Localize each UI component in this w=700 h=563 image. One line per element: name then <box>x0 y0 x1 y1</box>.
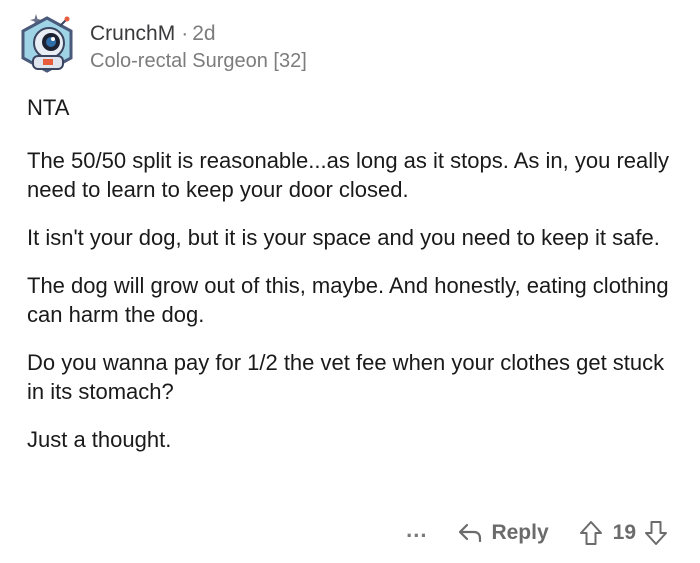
avatar[interactable] <box>16 12 78 76</box>
comment-paragraph: Just a thought. <box>27 427 172 452</box>
comment-paragraph: NTA <box>27 95 70 120</box>
vote-score: 19 <box>612 521 636 544</box>
comment-paragraph: The 50/50 split is reasonable...as long … <box>27 148 670 202</box>
upvote-button[interactable] <box>579 520 603 546</box>
astronaut-avatar-icon <box>21 14 73 73</box>
downvote-button[interactable] <box>644 520 668 546</box>
user-flair: Colo-rectal Surgeon [32] <box>90 50 307 72</box>
vote-controls: 19 <box>579 520 668 546</box>
comment-meta: CrunchM · 2d <box>90 22 216 46</box>
upvote-arrow-icon <box>579 521 602 545</box>
more-options-button[interactable]: ... <box>406 519 427 547</box>
comment-paragraph: It isn't your dog, but it is your space … <box>27 225 660 250</box>
comment-body: NTA The 50/50 split is reasonable...as l… <box>27 93 677 454</box>
comment-paragraph: Do you wanna pay for 1/2 the vet fee whe… <box>27 350 665 404</box>
comment-age: 2d <box>192 22 216 45</box>
author-name[interactable]: CrunchM <box>90 22 175 45</box>
reply-label: Reply <box>491 521 549 544</box>
comment-paragraph: The dog will grow out of this, maybe. An… <box>27 273 669 327</box>
comment: CrunchM · 2d Colo-rectal Surgeon [32] NTA … <box>0 0 700 563</box>
meta-separator: · <box>181 22 189 45</box>
reply-button[interactable]: Reply <box>457 521 549 545</box>
downvote-arrow-icon <box>645 521 667 545</box>
comment-actions: ... Reply 19 <box>406 516 668 550</box>
reply-arrow-icon <box>459 523 482 543</box>
